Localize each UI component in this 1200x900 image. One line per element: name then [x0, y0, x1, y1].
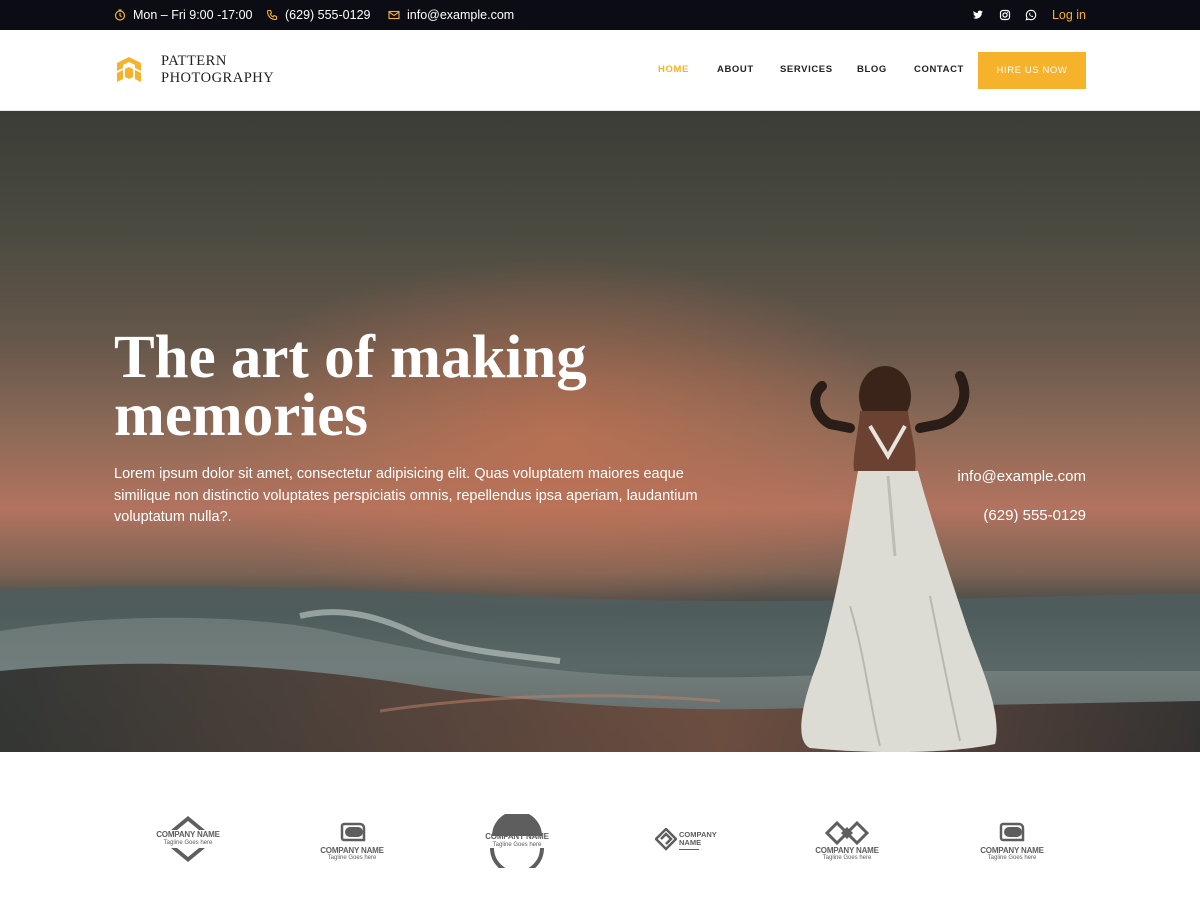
email-text: info@example.com — [407, 8, 515, 22]
client-logo-6: COMPANY NAME Tagline Goes here — [967, 752, 1057, 900]
speech-bubble-icon — [340, 822, 366, 842]
client-name: COMPANY NAME — [980, 846, 1044, 855]
client-logo-2: COMPANY NAME Tagline Goes here — [307, 752, 397, 900]
clock-icon — [114, 9, 126, 21]
hero-heading-line-1: The art of making — [114, 324, 587, 391]
client-tag-rule — [679, 849, 699, 853]
client-logos: COMPANY NAME Tagline Goes here COMPANY N… — [0, 752, 1200, 900]
twitter-icon[interactable] — [972, 9, 984, 21]
speech-bubble-icon — [999, 822, 1025, 842]
nav-contact[interactable]: CONTACT — [914, 64, 964, 75]
hire-us-button[interactable]: HIRE US NOW — [978, 52, 1086, 89]
woman-in-dress-photo — [801, 366, 997, 752]
phone-icon — [266, 9, 278, 21]
nav-about[interactable]: ABOUT — [717, 64, 754, 75]
client-logo-4: COMPANY NAME — [637, 752, 727, 900]
email-info[interactable]: info@example.com — [388, 0, 514, 30]
client-logo-1: COMPANY NAME Tagline Goes here — [143, 752, 233, 900]
login-link[interactable]: Log in — [1052, 0, 1086, 30]
client-name: COMPANY NAME — [156, 830, 220, 839]
diamond-knot-icon — [655, 828, 677, 851]
client-name-line-2: NAME — [679, 838, 702, 847]
nav-services[interactable]: SERVICES — [780, 64, 833, 75]
client-tagline: Tagline Goes here — [492, 842, 542, 848]
whatsapp-icon[interactable] — [1025, 9, 1037, 21]
client-tagline: Tagline Goes here — [327, 855, 377, 861]
phone-info[interactable]: (629) 555-0129 — [266, 0, 370, 30]
site-header: PATTERN PHOTOGRAPHY HOME ABOUT SERVICES … — [0, 30, 1200, 111]
mail-icon — [388, 10, 400, 20]
client-tagline: Tagline Goes here — [163, 840, 213, 846]
double-diamond-icon — [825, 821, 869, 845]
phone-text: (629) 555-0129 — [285, 8, 371, 22]
instagram-icon[interactable] — [999, 9, 1011, 21]
client-name-stacked: COMPANY NAME — [679, 831, 727, 853]
hero-heading: The art of making memories — [114, 327, 734, 446]
hours-text: Mon – Fri 9:00 -17:00 — [133, 8, 253, 22]
client-tagline: Tagline Goes here — [822, 855, 872, 861]
nav-blog[interactable]: BLOG — [857, 64, 887, 75]
client-logo-5: COMPANY NAME Tagline Goes here — [802, 752, 892, 900]
circle-badge-icon — [490, 814, 544, 868]
nav-home[interactable]: HOME — [658, 64, 689, 75]
hero-description: Lorem ipsum dolor sit amet, consectetur … — [114, 466, 698, 525]
client-name: COMPANY NAME — [815, 846, 879, 855]
hero-phone[interactable]: (629) 555-0129 — [983, 507, 1086, 524]
hero-section: The art of making memories Lorem ipsum d… — [0, 111, 1200, 752]
client-name: COMPANY NAME — [485, 832, 549, 841]
hero-email[interactable]: info@example.com — [957, 468, 1086, 485]
client-name: COMPANY NAME — [320, 846, 384, 855]
hours-info: Mon – Fri 9:00 -17:00 — [114, 0, 253, 30]
top-bar: Mon – Fri 9:00 -17:00 (629) 555-0129 inf… — [0, 0, 1200, 30]
hero-heading-line-2: memories — [114, 382, 369, 449]
client-logo-3: COMPANY NAME Tagline Goes here — [472, 752, 562, 900]
client-tagline: Tagline Goes here — [987, 855, 1037, 861]
